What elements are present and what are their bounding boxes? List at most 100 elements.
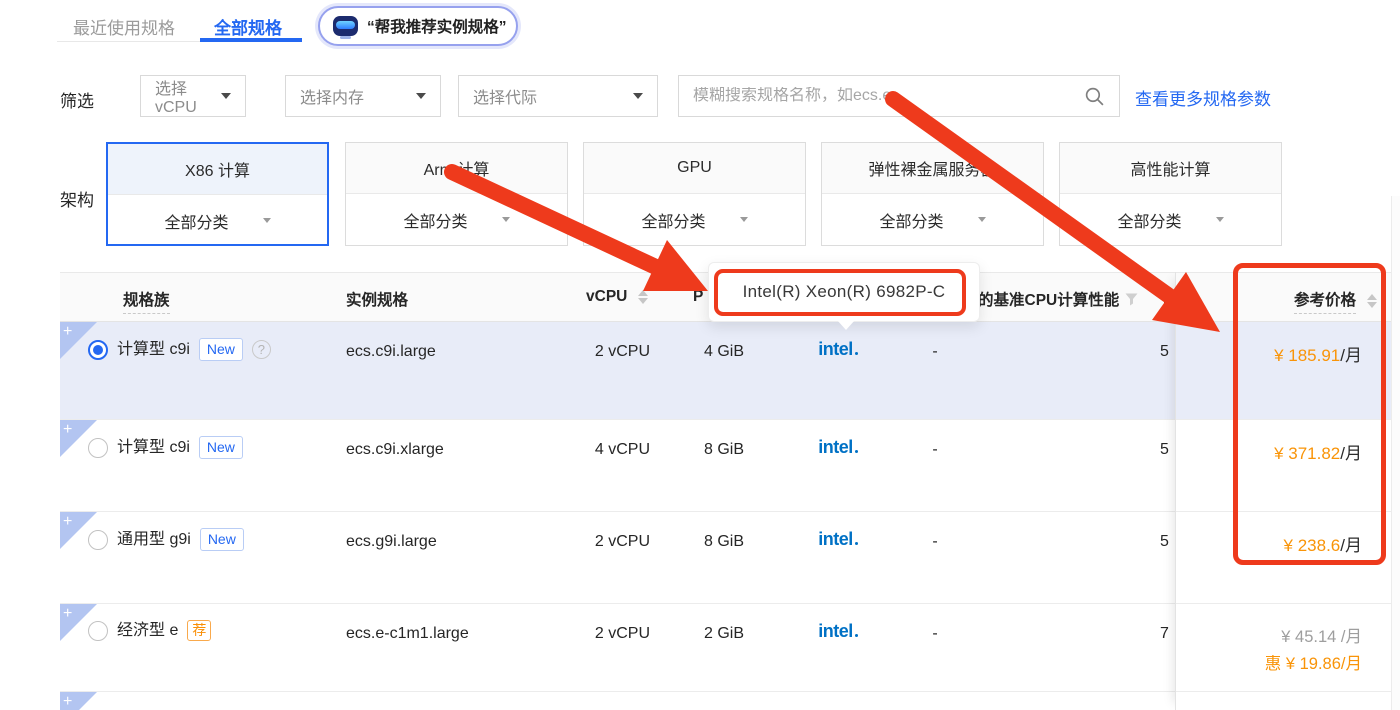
add-corner-button[interactable]: + [60,692,97,710]
memory-value: 4 GiB [704,343,745,360]
vcpu-value: 2 vCPU [594,343,650,360]
radio-button[interactable] [88,620,108,641]
baseline-value: - [932,441,938,458]
memory-value: 8 GiB [704,441,745,458]
family-name: 计算型 c9i [117,340,190,358]
arch-card-title[interactable]: 高性能计算 [1060,143,1281,194]
category-select-x86[interactable]: 全部分类 [108,195,327,246]
price-value: 371.82 [1288,444,1341,463]
intel-logo: intel [818,437,858,457]
arch-card-title[interactable]: GPU [584,143,805,194]
category-value: 全部分类 [403,213,468,231]
help-icon[interactable]: ? [251,340,271,359]
chevron-down-icon [221,93,231,99]
arch-card-hpc[interactable]: 高性能计算 全部分类 [1059,142,1282,246]
ai-recommend-pill[interactable]: “帮我推荐实例规格” [318,6,518,46]
radio-button[interactable] [88,339,108,360]
header-net-fragment: 网 [1163,288,1175,310]
family-cell: 通用型 g9i New [88,528,244,551]
memory-select-value: 选择内存 [300,90,365,107]
new-badge: New [199,528,244,551]
header-net-label: 网 [1163,292,1175,309]
table-row[interactable]: + [60,692,1175,710]
price-cell: ¥ 371.82/月 [1176,420,1400,512]
arch-card-arm[interactable]: Arm 计算 全部分类 [345,142,568,246]
category-select-arm[interactable]: 全部分类 [346,194,567,245]
header-price-inner: 参考价格 [1293,288,1377,314]
price-currency: ¥ [1274,444,1289,463]
filter-funnel-icon[interactable] [1125,293,1138,306]
header-spec: 实例规格 [346,288,408,310]
header-memory-fragment: P [693,288,703,306]
tab-recent-specs[interactable]: 最近使用规格 [73,14,175,39]
arch-card-title[interactable]: X86 计算 [108,144,327,195]
arch-card-title[interactable]: Arm 计算 [346,143,567,194]
baseline-value: - [932,625,938,642]
new-badge: New [198,436,243,459]
sort-icon[interactable] [638,289,649,305]
more-params-link[interactable]: 查看更多规格参数 [1135,85,1271,110]
clipped-value: 5 [1160,343,1169,360]
sort-icon[interactable] [1367,293,1377,309]
category-value: 全部分类 [879,213,944,231]
ai-recommend-label: “帮我推荐实例规格” [367,19,507,36]
processor-tooltip: Intel(R) Xeon(R) 6982P-C [708,262,980,330]
price-currency: ¥ [1283,536,1298,555]
table-header: 规格族 实例规格 vCPU P 的基准CPU计算性能 网 [60,272,1175,322]
spec-name: ecs.c9i.large [346,343,436,360]
header-price: 参考价格 [1176,272,1400,322]
original-price: ¥ 45.14 /月 [1281,628,1362,646]
header-price-label: 参考价格 [1293,288,1356,314]
header-family: 规格族 [123,288,170,314]
arch-card-title[interactable]: 弹性裸金属服务器 [822,143,1043,194]
clipped-value: 5 [1160,533,1169,550]
baseline-value: - [932,343,938,360]
table-row[interactable]: + 通用型 g9i New ecs.g9i.large 2 vCPU 8 GiB… [60,512,1175,604]
price-unit: /月 [1340,536,1362,555]
architecture-label: 架构 [60,191,94,210]
header-family-label: 规格族 [123,288,170,314]
header-memory-label: P [693,288,704,305]
price-unit: /月 [1340,346,1362,365]
category-select-gpu[interactable]: 全部分类 [584,194,805,245]
chevron-down-icon [739,217,748,222]
family-name: 经济型 e [117,621,179,639]
discount-price: 惠 ¥ 19.86/月 [1264,655,1362,673]
arch-card-baremetal[interactable]: 弹性裸金属服务器 全部分类 [821,142,1044,246]
arch-card-x86[interactable]: X86 计算 全部分类 [106,142,329,246]
instance-spec-picker: 最近使用规格 全部规格 “帮我推荐实例规格” 筛选 选择 vCPU 选择内存 选… [0,0,1400,710]
family-name: 计算型 c9i [117,438,190,456]
memory-select[interactable]: 选择内存 [285,75,441,117]
arch-card-gpu[interactable]: GPU 全部分类 [583,142,806,246]
category-value: 全部分类 [164,214,229,232]
spec-search-box [678,75,1120,117]
plus-icon: + [63,693,73,710]
vcpu-select[interactable]: 选择 vCPU [140,75,246,117]
baseline-value: - [932,533,938,550]
family-name: 通用型 g9i [117,530,191,548]
spec-name: ecs.g9i.large [346,533,437,550]
category-select-baremetal[interactable]: 全部分类 [822,194,1043,245]
chevron-down-icon [1215,217,1224,222]
price-cell: ¥ 238.6/月 [1176,512,1400,604]
search-icon[interactable] [1084,86,1105,107]
vcpu-value: 2 vCPU [594,625,650,642]
table-row[interactable]: + 计算型 c9i New ecs.c9i.xlarge 4 vCPU 8 Gi… [60,420,1175,512]
recommend-badge: 荐 [187,620,212,641]
radio-button[interactable] [88,529,108,550]
radio-button[interactable] [88,437,108,458]
price-value: 185.91 [1288,346,1341,365]
category-value: 全部分类 [641,213,706,231]
chevron-down-icon [416,93,426,99]
spec-search-input[interactable] [693,87,1084,105]
intel-logo: intel [818,621,858,641]
vcpu-value: 4 vCPU [594,441,650,458]
category-select-hpc[interactable]: 全部分类 [1060,194,1281,245]
table-row[interactable]: + 计算型 c9i New ? ecs.c9i.large 2 vCPU 4 G… [60,322,1175,420]
table-row[interactable]: + 经济型 e 荐 ecs.e-c1m1.large 2 vCPU 2 GiB … [60,604,1175,692]
tab-all-specs[interactable]: 全部规格 [214,14,282,39]
spec-name: ecs.e-c1m1.large [346,625,469,642]
new-badge: New [198,338,243,361]
vcpu-select-value: 选择 vCPU [155,81,197,116]
generation-select[interactable]: 选择代际 [458,75,658,117]
